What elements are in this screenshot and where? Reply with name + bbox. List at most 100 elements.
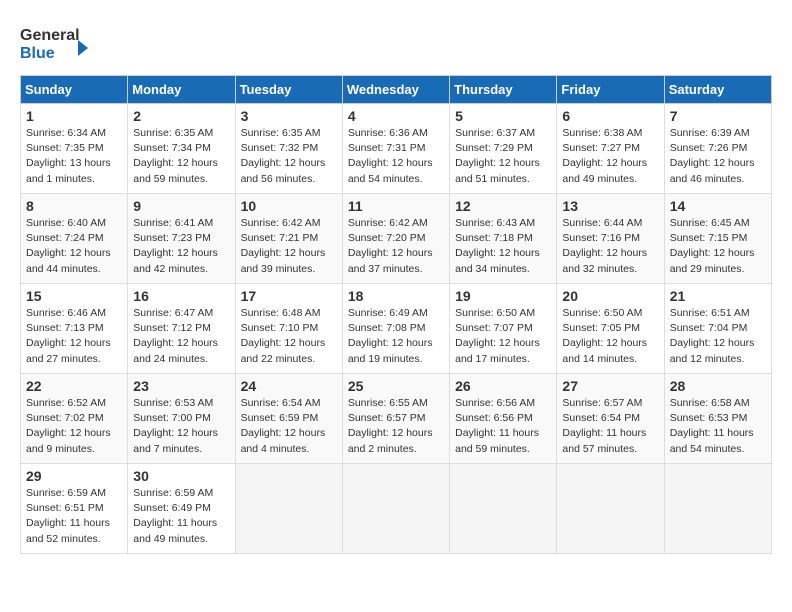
calendar-day-cell: 1 Sunrise: 6:34 AMSunset: 7:35 PMDaylight… <box>21 104 128 194</box>
day-number: 8 <box>26 198 122 214</box>
day-number: 3 <box>241 108 337 124</box>
calendar-day-cell: 25 Sunrise: 6:55 AMSunset: 6:57 PMDayligh… <box>342 374 449 464</box>
calendar-day-cell: 5 Sunrise: 6:37 AMSunset: 7:29 PMDaylight… <box>450 104 557 194</box>
calendar-day-cell: 13 Sunrise: 6:44 AMSunset: 7:16 PMDayligh… <box>557 194 664 284</box>
day-info: Sunrise: 6:47 AMSunset: 7:12 PMDaylight:… <box>133 306 229 367</box>
day-info: Sunrise: 6:58 AMSunset: 6:53 PMDaylight:… <box>670 396 766 457</box>
day-info: Sunrise: 6:46 AMSunset: 7:13 PMDaylight:… <box>26 306 122 367</box>
calendar-day-cell: 10Sunrise: 6:42 AMSunset: 7:21 PMDayligh… <box>235 194 342 284</box>
calendar-week-row: 15 Sunrise: 6:46 AMSunset: 7:13 PMDayligh… <box>21 284 772 374</box>
day-number: 25 <box>348 378 444 394</box>
calendar-week-row: 29 Sunrise: 6:59 AMSunset: 6:51 PMDayligh… <box>21 464 772 554</box>
calendar-day-cell: 17 Sunrise: 6:48 AMSunset: 7:10 PMDayligh… <box>235 284 342 374</box>
day-number: 4 <box>348 108 444 124</box>
calendar-day-cell: 12Sunrise: 6:43 AMSunset: 7:18 PMDayligh… <box>450 194 557 284</box>
day-info: Sunrise: 6:38 AMSunset: 7:27 PMDaylight:… <box>562 126 658 187</box>
day-info: Sunrise: 6:45 AMSunset: 7:15 PMDaylight:… <box>670 216 766 277</box>
day-info: Sunrise: 6:56 AMSunset: 6:56 PMDaylight:… <box>455 396 551 457</box>
day-info: Sunrise: 6:55 AMSunset: 6:57 PMDaylight:… <box>348 396 444 457</box>
day-info: Sunrise: 6:48 AMSunset: 7:10 PMDaylight:… <box>241 306 337 367</box>
calendar-day-cell: 3 Sunrise: 6:35 AMSunset: 7:32 PMDaylight… <box>235 104 342 194</box>
calendar-day-cell <box>664 464 771 554</box>
day-number: 7 <box>670 108 766 124</box>
calendar-day-cell: 24 Sunrise: 6:54 AMSunset: 6:59 PMDayligh… <box>235 374 342 464</box>
calendar-week-row: 22 Sunrise: 6:52 AMSunset: 7:02 PMDayligh… <box>21 374 772 464</box>
day-info: Sunrise: 6:41 AMSunset: 7:23 PMDaylight:… <box>133 216 229 277</box>
day-number: 5 <box>455 108 551 124</box>
calendar-day-cell: 6 Sunrise: 6:38 AMSunset: 7:27 PMDaylight… <box>557 104 664 194</box>
calendar-day-cell: 4 Sunrise: 6:36 AMSunset: 7:31 PMDaylight… <box>342 104 449 194</box>
day-number: 16 <box>133 288 229 304</box>
day-info: Sunrise: 6:50 AMSunset: 7:05 PMDaylight:… <box>562 306 658 367</box>
day-number: 11 <box>348 198 444 214</box>
day-info: Sunrise: 6:35 AMSunset: 7:32 PMDaylight:… <box>241 126 337 187</box>
day-info: Sunrise: 6:36 AMSunset: 7:31 PMDaylight:… <box>348 126 444 187</box>
day-number: 1 <box>26 108 122 124</box>
calendar-day-cell: 21 Sunrise: 6:51 AMSunset: 7:04 PMDayligh… <box>664 284 771 374</box>
calendar-week-row: 1 Sunrise: 6:34 AMSunset: 7:35 PMDaylight… <box>21 104 772 194</box>
day-info: Sunrise: 6:42 AMSunset: 7:20 PMDaylight:… <box>348 216 444 277</box>
day-info: Sunrise: 6:52 AMSunset: 7:02 PMDaylight:… <box>26 396 122 457</box>
day-number: 18 <box>348 288 444 304</box>
day-number: 19 <box>455 288 551 304</box>
day-number: 10 <box>241 198 337 214</box>
calendar-day-cell <box>557 464 664 554</box>
day-info: Sunrise: 6:49 AMSunset: 7:08 PMDaylight:… <box>348 306 444 367</box>
calendar-day-cell: 2 Sunrise: 6:35 AMSunset: 7:34 PMDaylight… <box>128 104 235 194</box>
day-info: Sunrise: 6:50 AMSunset: 7:07 PMDaylight:… <box>455 306 551 367</box>
day-number: 15 <box>26 288 122 304</box>
calendar-day-cell: 26 Sunrise: 6:56 AMSunset: 6:56 PMDayligh… <box>450 374 557 464</box>
weekday-header-row: SundayMondayTuesdayWednesdayThursdayFrid… <box>21 76 772 104</box>
day-number: 27 <box>562 378 658 394</box>
day-number: 21 <box>670 288 766 304</box>
logo: GeneralBlue <box>20 20 90 65</box>
calendar-day-cell: 11 Sunrise: 6:42 AMSunset: 7:20 PMDayligh… <box>342 194 449 284</box>
calendar-day-cell: 14 Sunrise: 6:45 AMSunset: 7:15 PMDayligh… <box>664 194 771 284</box>
calendar-day-cell: 20 Sunrise: 6:50 AMSunset: 7:05 PMDayligh… <box>557 284 664 374</box>
calendar-day-cell: 18 Sunrise: 6:49 AMSunset: 7:08 PMDayligh… <box>342 284 449 374</box>
day-number: 28 <box>670 378 766 394</box>
weekday-header-wednesday: Wednesday <box>342 76 449 104</box>
day-number: 17 <box>241 288 337 304</box>
weekday-header-sunday: Sunday <box>21 76 128 104</box>
svg-text:General: General <box>20 27 80 44</box>
calendar-day-cell: 27 Sunrise: 6:57 AMSunset: 6:54 PMDayligh… <box>557 374 664 464</box>
day-info: Sunrise: 6:59 AMSunset: 6:51 PMDaylight:… <box>26 486 122 547</box>
day-number: 20 <box>562 288 658 304</box>
calendar-day-cell: 9 Sunrise: 6:41 AMSunset: 7:23 PMDaylight… <box>128 194 235 284</box>
weekday-header-thursday: Thursday <box>450 76 557 104</box>
logo-svg: GeneralBlue <box>20 20 90 65</box>
calendar-day-cell: 28 Sunrise: 6:58 AMSunset: 6:53 PMDayligh… <box>664 374 771 464</box>
calendar-day-cell: 8Sunrise: 6:40 AMSunset: 7:24 PMDaylight… <box>21 194 128 284</box>
calendar-day-cell: 16 Sunrise: 6:47 AMSunset: 7:12 PMDayligh… <box>128 284 235 374</box>
day-number: 6 <box>562 108 658 124</box>
page-header: GeneralBlue <box>20 20 772 65</box>
day-number: 13 <box>562 198 658 214</box>
day-number: 26 <box>455 378 551 394</box>
calendar-day-cell: 7Sunrise: 6:39 AMSunset: 7:26 PMDaylight… <box>664 104 771 194</box>
day-number: 2 <box>133 108 229 124</box>
calendar-day-cell: 15 Sunrise: 6:46 AMSunset: 7:13 PMDayligh… <box>21 284 128 374</box>
calendar-day-cell <box>342 464 449 554</box>
day-number: 14 <box>670 198 766 214</box>
day-info: Sunrise: 6:34 AMSunset: 7:35 PMDaylight:… <box>26 126 122 187</box>
day-info: Sunrise: 6:37 AMSunset: 7:29 PMDaylight:… <box>455 126 551 187</box>
calendar-day-cell: 29 Sunrise: 6:59 AMSunset: 6:51 PMDayligh… <box>21 464 128 554</box>
day-info: Sunrise: 6:53 AMSunset: 7:00 PMDaylight:… <box>133 396 229 457</box>
calendar-day-cell: 22 Sunrise: 6:52 AMSunset: 7:02 PMDayligh… <box>21 374 128 464</box>
day-number: 22 <box>26 378 122 394</box>
calendar-day-cell: 19 Sunrise: 6:50 AMSunset: 7:07 PMDayligh… <box>450 284 557 374</box>
calendar-day-cell <box>450 464 557 554</box>
day-info: Sunrise: 6:57 AMSunset: 6:54 PMDaylight:… <box>562 396 658 457</box>
calendar-day-cell: 30Sunrise: 6:59 AMSunset: 6:49 PMDayligh… <box>128 464 235 554</box>
day-info: Sunrise: 6:35 AMSunset: 7:34 PMDaylight:… <box>133 126 229 187</box>
day-number: 24 <box>241 378 337 394</box>
day-info: Sunrise: 6:44 AMSunset: 7:16 PMDaylight:… <box>562 216 658 277</box>
day-info: Sunrise: 6:59 AMSunset: 6:49 PMDaylight:… <box>133 486 229 547</box>
weekday-header-friday: Friday <box>557 76 664 104</box>
day-number: 9 <box>133 198 229 214</box>
day-info: Sunrise: 6:51 AMSunset: 7:04 PMDaylight:… <box>670 306 766 367</box>
day-info: Sunrise: 6:54 AMSunset: 6:59 PMDaylight:… <box>241 396 337 457</box>
calendar-day-cell: 23Sunrise: 6:53 AMSunset: 7:00 PMDayligh… <box>128 374 235 464</box>
day-number: 29 <box>26 468 122 484</box>
